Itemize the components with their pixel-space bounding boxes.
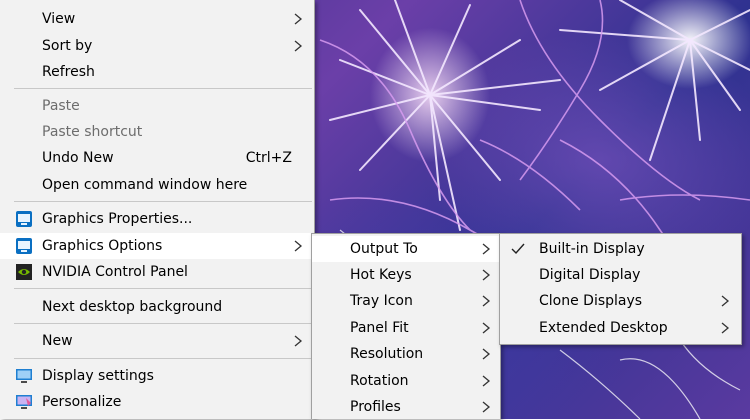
menu-item-display-settings-label: Display settings: [42, 368, 154, 384]
nvidia-icon: [16, 264, 32, 280]
menu-item-graphics-properties[interactable]: Graphics Properties...: [0, 206, 314, 232]
submenu-item-resolution[interactable]: Resolution: [312, 341, 500, 367]
chevron-right-icon: [482, 348, 491, 360]
chevron-right-icon: [721, 322, 730, 334]
chevron-right-icon: [482, 269, 491, 281]
submenu-item-clone-displays-label: Clone Displays: [539, 293, 643, 309]
menu-item-paste-shortcut[interactable]: Paste shortcut: [0, 119, 314, 145]
output-to-submenu: Built-in Display Digital Display Clone D…: [499, 233, 742, 345]
submenu-item-output-to-label: Output To: [350, 241, 418, 257]
checkmark-icon: [511, 243, 525, 255]
menu-item-graphics-properties-label: Graphics Properties...: [42, 211, 193, 227]
submenu-item-panel-fit[interactable]: Panel Fit: [312, 315, 500, 341]
intel-graphics-icon: [16, 238, 32, 254]
submenu-item-hot-keys[interactable]: Hot Keys: [312, 262, 500, 288]
chevron-right-icon: [482, 375, 491, 387]
submenu-item-extended-desktop-label: Extended Desktop: [539, 320, 668, 336]
chevron-right-icon: [482, 243, 491, 255]
menu-separator: [14, 358, 312, 359]
menu-item-graphics-options-label: Graphics Options: [42, 238, 163, 254]
submenu-item-panel-fit-label: Panel Fit: [350, 320, 409, 336]
submenu-item-clone-displays[interactable]: Clone Displays: [500, 288, 741, 314]
chevron-right-icon: [721, 295, 730, 307]
desktop-context-menu: View Sort by Refresh Paste Paste shortcu…: [0, 0, 315, 419]
menu-item-paste-shortcut-label: Paste shortcut: [42, 124, 143, 140]
submenu-item-hot-keys-label: Hot Keys: [350, 267, 412, 283]
keyboard-shortcut: Ctrl+Z: [245, 150, 292, 166]
menu-item-sort-by-label: Sort by: [42, 38, 93, 54]
submenu-item-output-to[interactable]: Output To: [312, 236, 500, 262]
menu-item-view-label: View: [42, 11, 76, 27]
menu-item-personalize-label: Personalize: [42, 394, 122, 410]
display-settings-icon: [16, 369, 32, 383]
menu-separator: [14, 201, 312, 202]
submenu-item-tray-icon[interactable]: Tray Icon: [312, 288, 500, 314]
menu-item-next-desktop-background[interactable]: Next desktop background: [0, 294, 314, 320]
menu-item-next-desktop-background-label: Next desktop background: [42, 299, 223, 315]
menu-item-view[interactable]: View: [0, 6, 314, 32]
submenu-item-profiles[interactable]: Profiles: [312, 394, 500, 420]
submenu-item-resolution-label: Resolution: [350, 346, 424, 362]
menu-item-nvidia-control-panel[interactable]: NVIDIA Control Panel: [0, 259, 314, 285]
menu-item-sort-by[interactable]: Sort by: [0, 33, 314, 59]
chevron-right-icon: [482, 401, 491, 413]
graphics-options-submenu: Output To Hot Keys Tray Icon Panel Fit R…: [311, 233, 501, 419]
menu-separator: [14, 288, 312, 289]
personalize-icon: [16, 395, 32, 409]
menu-item-paste[interactable]: Paste: [0, 93, 314, 119]
submenu-item-extended-desktop[interactable]: Extended Desktop: [500, 315, 741, 341]
menu-item-display-settings[interactable]: Display settings: [0, 363, 314, 389]
submenu-item-profiles-label: Profiles: [350, 399, 401, 415]
menu-item-graphics-options[interactable]: Graphics Options: [0, 233, 314, 259]
menu-item-open-command-window-label: Open command window here: [42, 177, 248, 193]
submenu-item-built-in-display-label: Built-in Display: [539, 241, 645, 257]
menu-item-new-label: New: [42, 333, 73, 349]
chevron-right-icon: [294, 13, 303, 25]
intel-graphics-icon: [16, 211, 32, 227]
menu-item-refresh[interactable]: Refresh: [0, 59, 314, 85]
menu-separator: [14, 323, 312, 324]
submenu-item-digital-display-label: Digital Display: [539, 267, 641, 283]
menu-item-paste-label: Paste: [42, 98, 80, 114]
chevron-right-icon: [294, 240, 303, 252]
menu-item-personalize[interactable]: Personalize: [0, 389, 314, 415]
submenu-item-rotation-label: Rotation: [350, 373, 409, 389]
menu-separator: [14, 88, 312, 89]
menu-item-new[interactable]: New: [0, 328, 314, 354]
menu-item-open-command-window[interactable]: Open command window here: [0, 172, 314, 198]
chevron-right-icon: [482, 295, 491, 307]
submenu-item-rotation[interactable]: Rotation: [312, 368, 500, 394]
menu-item-undo-new[interactable]: Undo New Ctrl+Z: [0, 145, 314, 171]
chevron-right-icon: [294, 40, 303, 52]
chevron-right-icon: [294, 335, 303, 347]
menu-item-nvidia-control-panel-label: NVIDIA Control Panel: [42, 264, 188, 280]
menu-item-undo-new-label: Undo New: [42, 150, 114, 166]
submenu-item-built-in-display[interactable]: Built-in Display: [500, 236, 741, 262]
submenu-item-tray-icon-label: Tray Icon: [350, 293, 413, 309]
menu-item-refresh-label: Refresh: [42, 64, 95, 80]
submenu-item-digital-display[interactable]: Digital Display: [500, 262, 741, 288]
chevron-right-icon: [482, 322, 491, 334]
